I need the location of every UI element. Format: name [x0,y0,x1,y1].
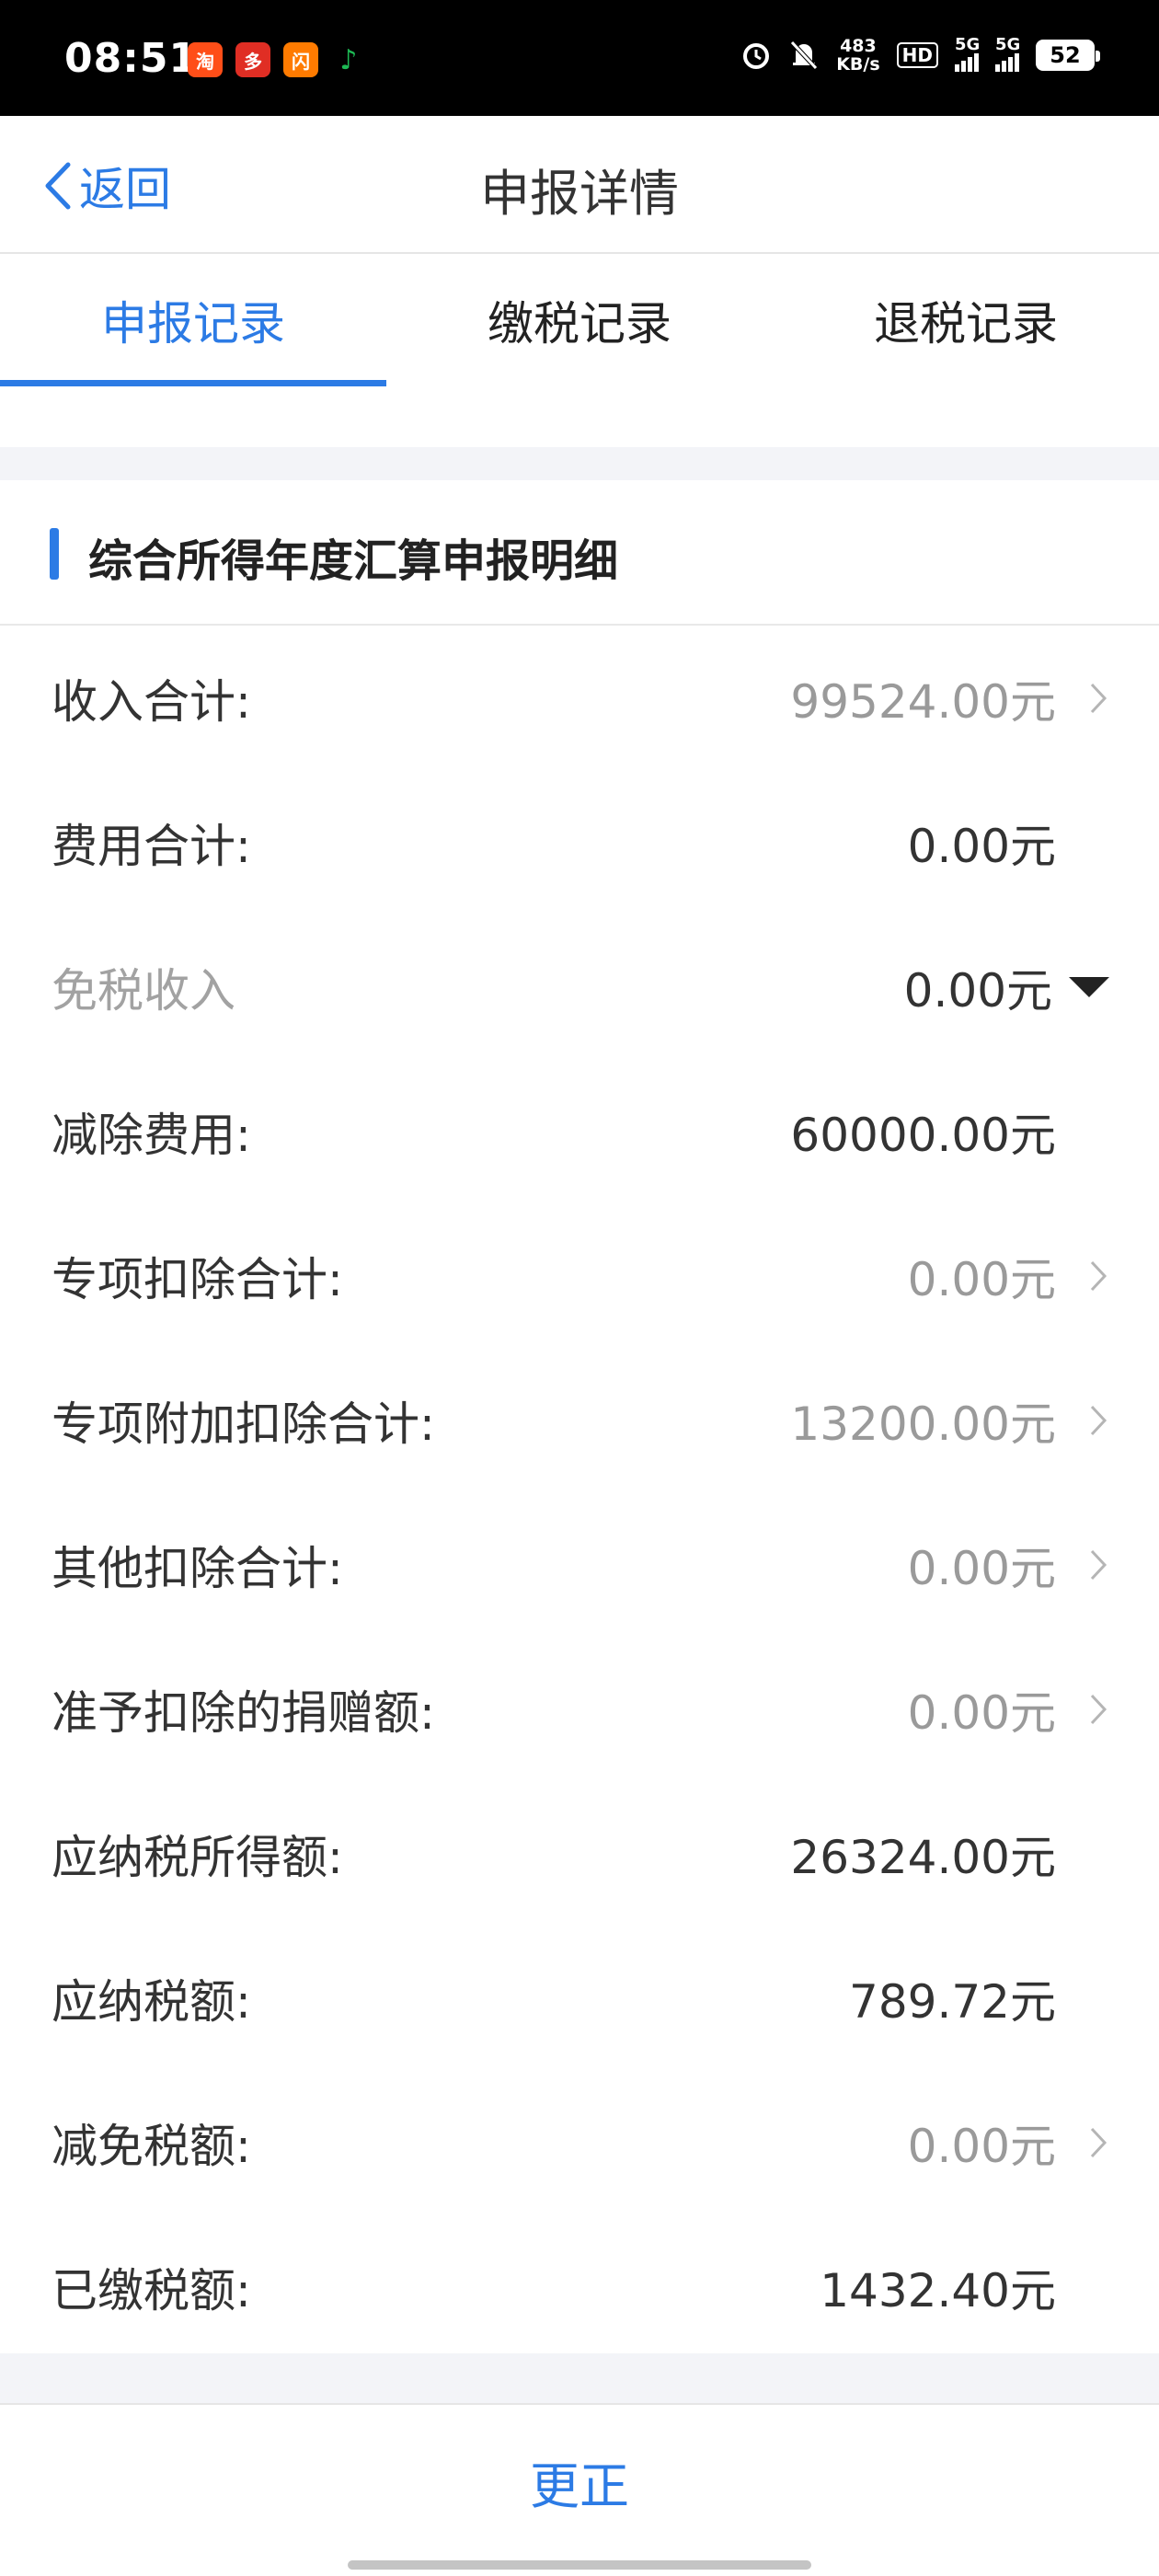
tab-declaration-records[interactable]: 申报记录 [0,254,386,386]
row-deduction-expenses: 减除费用: 60000.00元 [0,1059,1159,1203]
network-speed-value: 483 [840,36,877,56]
row-value: 1432.40元 [820,2263,1056,2317]
row-value: 789.72元 [849,1974,1056,2029]
pinduoduo-app-icon: 多 [235,42,270,77]
row-label: 收入合计: [52,674,251,729]
row-value: 0.00元 [907,1252,1056,1306]
chevron-right-icon [1090,2127,1107,2157]
status-indicators: 483 KB/s HD 5G 5G 52 [740,35,1100,74]
row-tax-payable: 应纳税额: 789.72元 [0,1926,1159,2070]
nav-bar: 返回 申报详情 [0,116,1159,254]
tab-tax-payment-records[interactable]: 缴税记录 [386,254,773,386]
row-label: 专项附加扣除合计: [52,1397,435,1451]
taobao-app-icon: 淘 [188,42,223,77]
row-value: 0.00元 [907,1541,1056,1595]
row-taxable-income: 应纳税所得额: 26324.00元 [0,1781,1159,1926]
battery-icon: 52 [1036,40,1100,71]
page-title: 申报详情 [480,165,679,223]
signal-strength-icon-2: 5G [995,35,1020,72]
row-value: 99524.00元 [790,674,1056,729]
detail-rows: 收入合计: 99524.00元 费用合计: 0.00元 免税收入 0.00元 减… [0,626,1159,2359]
music-notification-icon: ♪ [339,43,358,76]
caret-down-icon [1069,976,1109,997]
home-indicator[interactable] [348,2560,811,2570]
tab-bar: 申报记录 缴税记录 退税记录 [0,254,1159,386]
row-value: 26324.00元 [790,1830,1056,1884]
section-header: 综合所得年度汇算申报明细 [0,480,1159,626]
row-label: 减除费用: [52,1108,251,1162]
row-label: 已缴税额: [52,2263,251,2317]
status-time: 08:51 [64,35,199,82]
row-value: 0.00元 [907,2119,1056,2173]
hd-voice-icon: HD [896,42,938,68]
taobao-flash-app-icon: 闪 [283,42,318,77]
row-value: 0.00元 [907,1685,1056,1740]
row-allowed-donations[interactable]: 准予扣除的捐赠额: 0.00元 [0,1637,1159,1781]
section-title: 综合所得年度汇算申报明细 [88,535,619,587]
section-accent-bar [50,528,59,580]
row-label: 应纳税所得额: [52,1830,343,1884]
bottom-action-bar: 更正 [0,2403,1159,2576]
alarm-icon [743,43,770,69]
chevron-right-icon [1090,1694,1107,1724]
mute-bell-icon [790,40,819,70]
chevron-right-icon [1090,1405,1107,1435]
chevron-right-icon [1090,1260,1107,1291]
correct-button[interactable]: 更正 [0,2445,1159,2518]
row-label: 准予扣除的捐赠额: [52,1685,435,1740]
chevron-right-icon [1090,683,1107,713]
network-speed-unit: KB/s [836,54,880,75]
row-total-income[interactable]: 收入合计: 99524.00元 [0,626,1159,770]
row-label: 费用合计: [52,819,251,873]
clipped-previous-row [0,386,1159,447]
declaration-detail-card: 综合所得年度汇算申报明细 收入合计: 99524.00元 费用合计: 0.00元… [0,480,1159,2353]
row-label: 其他扣除合计: [52,1541,343,1595]
row-label: 免税收入 [52,963,235,1018]
row-label: 应纳税额: [52,1974,251,2029]
notification-icons: 淘 多 闪 ♪ [188,42,366,77]
row-value: 0.00元 [903,963,1052,1018]
row-special-additional-deductions[interactable]: 专项附加扣除合计: 13200.00元 [0,1348,1159,1492]
row-value: 60000.00元 [790,1108,1056,1162]
row-other-deductions[interactable]: 其他扣除合计: 0.00元 [0,1492,1159,1637]
row-tax-exempt-income[interactable]: 免税收入 0.00元 [0,914,1159,1059]
row-label: 减免税额: [52,2119,251,2173]
row-value: 13200.00元 [790,1397,1056,1451]
row-total-expenses: 费用合计: 0.00元 [0,770,1159,914]
status-bar: 08:51 淘 多 闪 ♪ 483 KB/s HD 5G 5G 52 [0,0,1159,116]
chevron-right-icon [1090,1549,1107,1580]
network-speed: 483 KB/s [836,37,879,74]
tab-tax-refund-records[interactable]: 退税记录 [773,254,1159,386]
signal-label-2: 5G [995,35,1021,54]
row-special-deductions[interactable]: 专项扣除合计: 0.00元 [0,1203,1159,1348]
row-tax-relief[interactable]: 减免税额: 0.00元 [0,2070,1159,2214]
signal-label: 5G [955,35,981,54]
signal-strength-icon: 5G [955,35,980,72]
row-value: 0.00元 [907,819,1056,873]
row-label: 专项扣除合计: [52,1252,343,1306]
row-tax-paid: 已缴税额: 1432.40元 [0,2214,1159,2359]
